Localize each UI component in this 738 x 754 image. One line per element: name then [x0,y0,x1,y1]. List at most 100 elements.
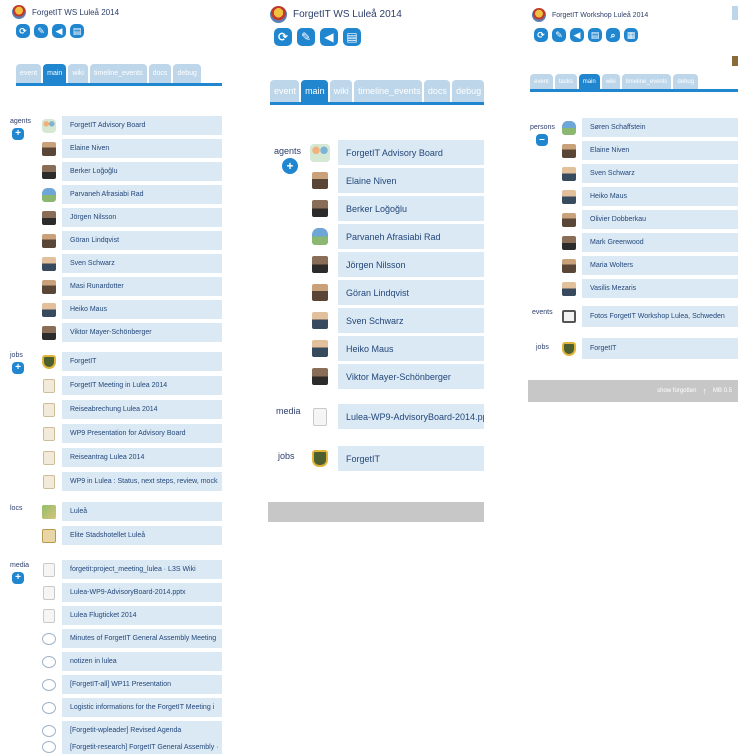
list-item[interactable]: Viktor Mayer-Schönberger [42,323,222,342]
list-item[interactable]: WP9 Presentation for Advisory Board [42,424,222,443]
item-label: Parvaneh Afrasiabi Rad [338,224,484,249]
list-item[interactable]: Mark Greenwood [562,233,738,252]
list-item[interactable]: Elaine Niven [310,168,484,193]
edit-pencil-icon[interactable]: ✎ [297,28,315,46]
show-forgotten-link[interactable]: show forgotten [657,388,696,394]
list-item[interactable]: Heiko Maus [42,300,222,319]
add-agent-button[interactable]: + [12,128,24,140]
list-item[interactable]: Reiseantrag Lulea 2014 [42,448,222,467]
web-page-icon [43,562,55,577]
item-label: Elaine Niven [582,141,738,160]
tab-event[interactable]: event [270,80,300,102]
list-item[interactable]: [ForgetIT-all] WP11 Presentation [42,675,222,694]
list-item[interactable]: Elaine Niven [42,139,222,158]
list-item[interactable]: Fotos ForgetIT Workshop Lulea, Schweden [562,306,738,327]
list-item[interactable]: Minutes of ForgetIT General Assembly Mee… [42,629,222,648]
list-item[interactable]: Reiseabrechung Lulea 2014 [42,400,222,419]
add-agent-button[interactable]: + [282,158,298,174]
list-item[interactable]: ForgetIT Advisory Board [310,140,484,165]
list-item[interactable]: [Forgetit-research] ForgetIT General Ass… [42,740,222,754]
edit-pencil-icon[interactable]: ✎ [34,24,48,38]
list-item[interactable]: Lulea Flugticket 2014 [42,606,222,625]
megaphone-icon[interactable]: ◀ [320,28,338,46]
list-item[interactable]: Berker Loğoğlu [42,162,222,181]
tab-timeline-events[interactable]: timeline_events [354,80,422,102]
list-item[interactable]: Göran Lindqvist [310,280,484,305]
list-item[interactable]: Heiko Maus [562,187,738,206]
item-label: ForgetIT Advisory Board [338,140,484,165]
list-item[interactable]: ForgetIT Advisory Board [42,116,222,135]
task-document-icon [43,426,55,441]
add-media-button[interactable]: + [12,572,24,584]
list-item[interactable]: notizen in lulea [42,652,222,671]
list-item[interactable]: Heiko Maus [310,336,484,361]
list-item[interactable]: Elite Stadshotellet Luleå [42,526,222,545]
item-label: Berker Loğoğlu [338,196,484,221]
list-item[interactable]: Maria Wolters [562,256,738,275]
list-item[interactable]: Jörgen Nilsson [310,252,484,277]
list-item[interactable]: forgetit:project_meeting_lulea · L3S Wik… [42,560,222,579]
tab-main[interactable]: main [43,64,67,83]
list-item[interactable]: ForgetIT [562,338,738,359]
tab-debug[interactable]: debug [673,74,699,89]
list-item[interactable]: Vasilis Mezaris [562,279,738,298]
list-item[interactable]: [Forgetit-wpleader] Revised Agenda [42,721,222,740]
list-item[interactable]: Berker Loğoğlu [310,196,484,221]
tab-tasks[interactable]: tasks [554,74,577,89]
list-item[interactable]: Viktor Mayer-Schönberger [310,364,484,389]
list-item[interactable]: Parvaneh Afrasiabi Rad [42,185,222,204]
list-item[interactable]: Olivier Dobberkau [562,210,738,229]
list-item[interactable]: Lulea-WP9-AdvisoryBoard-2014.pptx [42,583,222,602]
tab-wiki[interactable]: wiki [329,80,353,102]
forgetit-logo-icon [12,5,26,19]
tab-docs[interactable]: docs [148,64,172,83]
list-item[interactable]: Göran Lindqvist [42,231,222,250]
collapse-persons-button[interactable]: – [536,134,548,146]
database-icon[interactable]: ▤ [343,28,361,46]
tab-wiki[interactable]: wiki [68,64,88,83]
megaphone-icon[interactable]: ◀ [570,28,584,42]
list-item[interactable]: Masi Runardotter [42,277,222,296]
tab-timeline-events[interactable]: timeline_events [621,74,672,89]
list-item[interactable]: Sven Schwarz [310,308,484,333]
list-item[interactable]: Lulea-WP9-AdvisoryBoard-2014.pptx [310,404,484,429]
tab-main[interactable]: main [301,80,328,102]
refresh-icon[interactable]: ⟳ [274,28,292,46]
tab-docs[interactable]: docs [423,80,451,102]
list-item[interactable]: Jörgen Nilsson [42,208,222,227]
calculator-icon[interactable]: ▦ [624,28,638,42]
file-icon [43,585,55,600]
list-item[interactable]: ForgetIT Meeting in Lulea 2014 [42,376,222,395]
database-icon[interactable]: ▤ [588,28,602,42]
tab-event[interactable]: event [530,74,553,89]
list-item[interactable]: Parvaneh Afrasiabi Rad [310,224,484,249]
tab-debug[interactable]: debug [173,64,201,83]
database-icon[interactable]: ▤ [70,24,84,38]
photo-album-icon [562,310,576,323]
list-item[interactable]: WP9 in Lulea : Status, next steps, revie… [42,472,222,491]
tab-main[interactable]: main [578,74,600,89]
tab-wiki[interactable]: wiki [601,74,620,89]
refresh-icon[interactable]: ⟳ [16,24,30,38]
tab-debug[interactable]: debug [452,80,484,102]
list-item[interactable]: Logistic informations for the ForgetIT M… [42,698,222,717]
add-job-button[interactable]: + [12,362,24,374]
forgetit-shield-icon [562,341,576,356]
refresh-icon[interactable]: ⟳ [534,28,548,42]
list-item[interactable]: Elaine Niven [562,141,738,160]
list-item[interactable]: ForgetIT [310,446,484,471]
tab-event[interactable]: event [16,64,42,83]
item-label: Luleå [62,502,222,521]
list-item[interactable]: Sven Schwarz [562,164,738,183]
list-item[interactable]: Luleå [42,502,222,521]
list-item[interactable]: ForgetIT [42,352,222,371]
list-item[interactable]: Søren Schaffstein [562,118,738,137]
search-icon[interactable]: ⌕ [606,28,620,42]
panel-footer [268,502,484,522]
email-bubble-icon [42,701,56,714]
megaphone-icon[interactable]: ◀ [52,24,66,38]
tab-timeline-events[interactable]: timeline_events [89,64,147,83]
list-item[interactable]: Sven Schwarz [42,254,222,273]
edit-pencil-icon[interactable]: ✎ [552,28,566,42]
arrow-up-icon[interactable]: ↑ [702,386,707,396]
